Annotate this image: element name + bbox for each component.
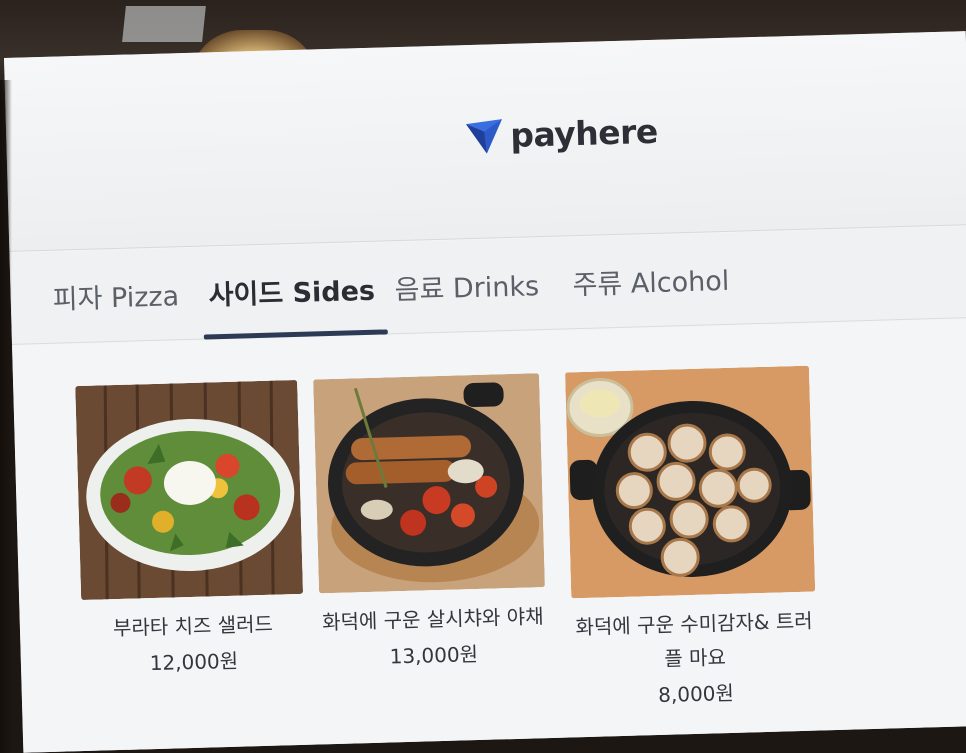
product-name: 부라타 치즈 샐러드: [112, 611, 274, 641]
product-card[interactable]: 화덕에 구운 수미감자& 트러플 마요 8,000원: [564, 365, 818, 713]
tab-pizza[interactable]: 피자 Pizza: [52, 274, 180, 344]
brand-name: payhere: [509, 111, 659, 155]
payhere-logo-icon: [466, 118, 502, 154]
product-image-sausage-skillet: [313, 373, 545, 594]
product-image-potato-skillet: [564, 365, 816, 599]
product-card[interactable]: 부라타 치즈 샐러드 12,000원: [75, 379, 305, 680]
background-window: [122, 6, 206, 42]
product-price: 12,000원: [149, 648, 239, 676]
brand-logo: payhere: [464, 112, 658, 156]
header: payhere: [4, 31, 966, 252]
tab-drinks[interactable]: 음료 Drinks: [394, 264, 540, 334]
tab-sides[interactable]: 사이드 Sides: [208, 269, 376, 340]
product-card[interactable]: 화덕에 구운 살시챠와 야채 13,000원: [313, 373, 547, 673]
product-price: 13,000원: [389, 642, 479, 669]
product-image-burrata-salad: [75, 379, 304, 601]
product-name: 화덕에 구운 수미감자& 트러플 마요: [575, 608, 813, 671]
tab-alcohol[interactable]: 주류 Alcohol: [572, 259, 731, 329]
product-grid: 부라타 치즈 샐러드 12,000원 화덕에 구운 살시챠와 야채 13,000…: [12, 319, 966, 753]
kiosk-screen: payhere 피자 Pizza 사이드 Sides 음료 Drinks 주류 …: [4, 31, 966, 753]
product-name: 화덕에 구운 살시챠와 야채: [321, 604, 544, 635]
screen-bezel: [0, 80, 12, 753]
product-price: 8,000원: [657, 680, 735, 707]
